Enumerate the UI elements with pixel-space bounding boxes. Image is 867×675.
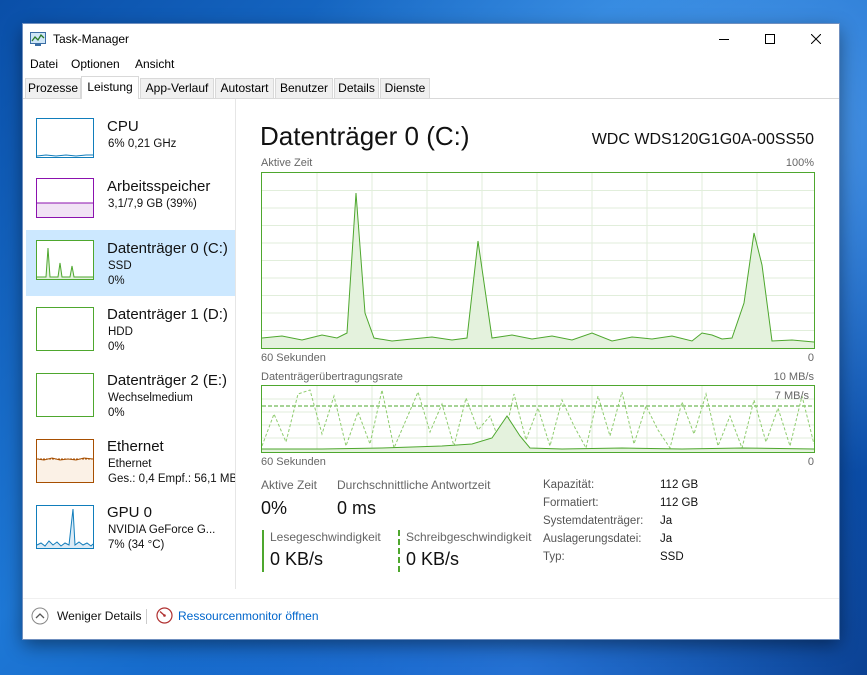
fewer-details-button[interactable]: Weniger Details [31, 607, 141, 625]
prop-pagefile-label: Auslagerungsdatei: [543, 533, 642, 545]
transfer-rate-inner-max: 7 MB/s [774, 390, 809, 402]
chevron-up-icon [31, 607, 49, 625]
memory-thumbnail-graph [36, 178, 94, 218]
graph-active-time-label: Aktive Zeit [261, 157, 313, 169]
prop-system-disk-value: Ja [660, 515, 673, 527]
stat-read-speed-value: 0 KB/s [270, 549, 324, 569]
sidebar-item-cpu[interactable]: CPU 6% 0,21 GHz [26, 109, 235, 173]
graph-active-time-span: 60 Sekunden [261, 352, 326, 364]
sidebar-item-memory[interactable]: Arbeitsspeicher 3,1/7,9 GB (39%) [26, 169, 235, 233]
graph-transfer-rate-label: Datenträgerübertragungsrate [261, 371, 403, 383]
open-resource-monitor-link[interactable]: Ressourcenmonitor öffnen [156, 607, 319, 624]
graph-active-time-end: 0 [807, 352, 814, 364]
title-bar[interactable]: Task-Manager [23, 24, 839, 54]
disk-model: WDC WDS120G1G0A-00SS50 [591, 131, 814, 148]
stat-read-speed-label: Lesegeschwindigkeit [270, 530, 381, 544]
sidebar-item-detail: NVIDIA GeForce G... [108, 524, 216, 536]
sidebar-item-value: 0% [108, 275, 125, 287]
prop-system-disk-label: Systemdatenträger: [543, 515, 644, 527]
tab-leistung[interactable]: Leistung [81, 76, 139, 99]
sidebar-item-label: CPU [107, 118, 139, 135]
prop-formatted-label: Formatiert: [543, 497, 599, 509]
page-title: Datenträger 0 (C:) [260, 121, 470, 151]
tab-autostart[interactable]: Autostart [215, 78, 274, 98]
sidebar-item-label: GPU 0 [107, 504, 153, 521]
prop-type-label: Typ: [543, 551, 565, 563]
cpu-thumbnail-graph [36, 118, 94, 158]
prop-formatted-value: 112 GB [660, 497, 699, 509]
sidebar-item-label: Datenträger 2 (E:) [107, 372, 228, 389]
close-icon [811, 34, 821, 44]
footer-bar: Weniger Details Ressourcenmonitor öffnen [23, 598, 839, 640]
sidebar-item-label: Arbeitsspeicher [107, 178, 211, 195]
maximize-icon [765, 34, 775, 44]
sidebar-item-value: Ges.: 0,4 Empf.: 56,1 MB [108, 473, 235, 485]
tab-strip: Prozesse Leistung App-Verlauf Autostart … [23, 76, 839, 99]
ethernet-thumbnail-graph [36, 439, 94, 483]
sidebar-item-detail: SSD [108, 260, 132, 272]
resource-sidebar: CPU 6% 0,21 GHz Arbeitsspeicher 3,1/7,9 … [23, 99, 236, 589]
prop-type-value: SSD [660, 551, 684, 563]
performance-content: CPU 6% 0,21 GHz Arbeitsspeicher 3,1/7,9 … [23, 99, 839, 597]
tab-app-verlauf[interactable]: App-Verlauf [140, 78, 214, 98]
gpu-thumbnail-graph [36, 505, 94, 549]
tab-dienste[interactable]: Dienste [380, 78, 430, 98]
sidebar-item-detail: Ethernet [108, 458, 152, 470]
task-manager-app-icon [30, 32, 46, 46]
stat-write-speed-value: 0 KB/s [406, 549, 460, 569]
stat-active-time-label: Aktive Zeit [261, 478, 318, 492]
task-manager-window: Task-Manager Datei Optionen Ansicht Proz… [23, 24, 839, 639]
disk-2-thumbnail-graph [36, 373, 94, 417]
stat-write-speed-label: Schreibgeschwindigkeit [406, 530, 532, 544]
menu-ansicht[interactable]: Ansicht [135, 57, 174, 71]
sidebar-item-disk-2[interactable]: Datenträger 2 (E:) Wechselmedium 0% [26, 363, 235, 429]
menu-bar: Datei Optionen Ansicht [23, 54, 839, 74]
minimize-button[interactable] [701, 24, 747, 54]
tab-details[interactable]: Details [334, 78, 379, 98]
graph-transfer-rate-end: 0 [807, 456, 814, 468]
sidebar-item-value: 7% (34 °C) [108, 539, 165, 551]
prop-pagefile-value: Ja [660, 533, 673, 545]
maximize-button[interactable] [747, 24, 793, 54]
stat-response-time-label: Durchschnittliche Antwortzeit [337, 478, 491, 492]
sidebar-item-value: 0% [108, 341, 125, 353]
tab-prozesse[interactable]: Prozesse [25, 78, 81, 98]
sidebar-item-label: Ethernet [107, 438, 164, 455]
resource-monitor-icon [156, 607, 173, 624]
sidebar-item-disk-1[interactable]: Datenträger 1 (D:) HDD 0% [26, 297, 235, 363]
sidebar-item-detail: HDD [108, 326, 133, 338]
disk-0-thumbnail-graph [36, 240, 94, 280]
sidebar-item-gpu-0[interactable]: GPU 0 NVIDIA GeForce G... 7% (34 °C) [26, 495, 235, 561]
sidebar-item-detail: 3,1/7,9 GB (39%) [108, 198, 197, 210]
stat-response-time-value: 0 ms [337, 498, 377, 518]
active-time-graph [261, 172, 815, 349]
graph-transfer-rate-span: 60 Sekunden [261, 456, 326, 468]
sidebar-item-disk-0[interactable]: Datenträger 0 (C:) SSD 0% [26, 230, 235, 296]
sidebar-item-detail: 6% 0,21 GHz [108, 138, 177, 150]
tab-benutzer[interactable]: Benutzer [275, 78, 333, 98]
window-title: Task-Manager [53, 32, 130, 46]
sidebar-item-label: Datenträger 1 (D:) [107, 306, 228, 323]
read-speed-marker [262, 530, 264, 572]
transfer-rate-graph [261, 385, 815, 453]
sidebar-item-ethernet[interactable]: Ethernet Ethernet Ges.: 0,4 Empf.: 56,1 … [26, 429, 235, 495]
sidebar-item-value: 0% [108, 407, 125, 419]
minimize-icon [719, 39, 729, 40]
prop-capacity-label: Kapazität: [543, 479, 595, 491]
disk-1-thumbnail-graph [36, 307, 94, 351]
graph-transfer-rate-max: 10 MB/s [773, 371, 814, 383]
close-button[interactable] [793, 24, 839, 54]
footer-divider [146, 609, 147, 624]
stat-active-time-value: 0% [261, 498, 288, 518]
graph-active-time-max: 100% [785, 157, 814, 169]
menu-datei[interactable]: Datei [30, 57, 58, 71]
prop-capacity-value: 112 GB [660, 479, 699, 491]
disk-detail-panel: Datenträger 0 (C:) WDC WDS120G1G0A-00SS5… [260, 99, 839, 597]
menu-optionen[interactable]: Optionen [71, 57, 120, 71]
fewer-details-label: Weniger Details [57, 609, 142, 623]
write-speed-marker [398, 530, 400, 572]
sidebar-item-detail: Wechselmedium [108, 392, 193, 404]
sidebar-item-label: Datenträger 0 (C:) [107, 240, 228, 257]
resource-monitor-label: Ressourcenmonitor öffnen [178, 608, 319, 623]
